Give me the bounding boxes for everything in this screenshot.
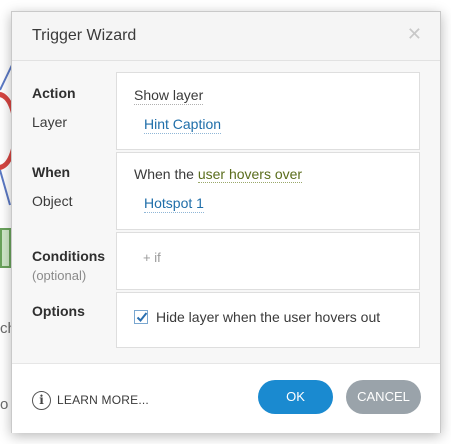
hide-layer-checkbox-label[interactable]: Hide layer when the user hovers out (156, 309, 380, 325)
action-label: Action (32, 85, 76, 101)
when-prefix: When the (134, 166, 198, 182)
action-panel: Show layer Hint Caption (116, 72, 420, 150)
when-sentence: When the user hovers over (134, 165, 303, 183)
dialog-footer: i LEARN MORE... OK CANCEL (12, 363, 440, 433)
options-panel: Hide layer when the user hovers out (116, 292, 420, 348)
when-label: When (32, 164, 71, 180)
conditions-optional-label: (optional) (32, 268, 87, 283)
checkmark-icon (136, 312, 148, 322)
when-panel: When the user hovers over Hotspot 1 (116, 152, 420, 230)
add-condition-button[interactable]: + if (143, 250, 161, 265)
info-icon: i (32, 391, 51, 410)
event-dropdown[interactable]: user hovers over (197, 166, 303, 183)
close-icon[interactable]: ✕ (407, 24, 422, 45)
conditions-label: Conditions (32, 248, 106, 264)
layer-dropdown[interactable]: Hint Caption (144, 115, 222, 134)
learn-more-label: LEARN MORE... (57, 393, 149, 407)
action-dropdown[interactable]: Show layer (134, 86, 204, 105)
hide-layer-checkbox[interactable] (134, 310, 148, 324)
ok-button[interactable]: OK (258, 380, 333, 414)
options-label: Options (32, 303, 85, 319)
background-green-box (0, 228, 11, 268)
cancel-button[interactable]: CANCEL (346, 380, 421, 414)
object-label: Object (32, 193, 73, 209)
trigger-wizard-dialog: Trigger Wizard ✕ Action Layer Show layer… (11, 11, 441, 433)
dialog-titlebar: Trigger Wizard ✕ (12, 12, 440, 61)
background-text: o (0, 396, 9, 413)
layer-label: Layer (32, 114, 68, 130)
dialog-body: Action Layer Show layer Hint Caption Whe… (12, 61, 440, 363)
conditions-panel: + if (116, 232, 420, 290)
dialog-title: Trigger Wizard (32, 27, 137, 44)
object-dropdown[interactable]: Hotspot 1 (144, 194, 204, 213)
